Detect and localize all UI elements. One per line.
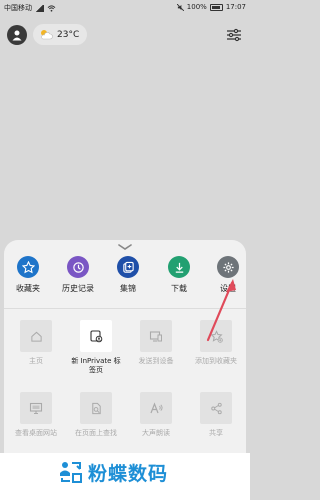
partly-cloudy-icon (41, 30, 53, 40)
mute-icon (176, 3, 184, 11)
quick-action-label: 集锦 (120, 284, 136, 293)
collections-icon (117, 256, 139, 278)
tile-label: 大声朗读 (142, 429, 170, 437)
tile-read-aloud[interactable]: 大声朗读 (131, 392, 181, 438)
tile-label: 在页面上查找 (75, 429, 117, 437)
browser-menu-sheet: 收藏夹 历史记录 集锦 下载 设置 主页 新 InPrivate 标签页 发送到… (4, 240, 246, 460)
status-left: 中国移动 (4, 3, 56, 13)
tile-label: 查看桌面网站 (15, 429, 57, 437)
tile-label: 发送到设备 (138, 357, 174, 365)
quick-action-label: 下载 (171, 284, 187, 293)
quick-action-label: 历史记录 (62, 284, 94, 293)
menu-divider (4, 308, 246, 309)
gear-icon (217, 256, 239, 278)
quick-action-settings[interactable]: 设置 (203, 256, 253, 294)
battery-icon (209, 3, 223, 11)
add-favorite-icon (200, 320, 232, 352)
quick-action-history[interactable]: 历史记录 (53, 256, 103, 294)
tile-find-on-page[interactable]: 在页面上查找 (71, 392, 121, 438)
status-time: 17:07 (225, 3, 246, 11)
watermark-text: 粉蝶数码 (88, 463, 169, 485)
wifi-icon (47, 4, 56, 12)
status-right: 100% 17:07 (176, 3, 246, 11)
carrier-label: 中国移动 (4, 4, 32, 12)
sheet-handle-icon[interactable] (117, 244, 133, 250)
quick-action-collections[interactable]: 集锦 (103, 256, 153, 294)
tile-home[interactable]: 主页 (11, 320, 61, 366)
tile-label: 新 InPrivate 标签页 (71, 357, 121, 374)
find-on-page-icon (80, 392, 112, 424)
page-settings-icon[interactable] (226, 28, 242, 42)
tile-label: 共享 (209, 429, 223, 437)
quick-action-label: 收藏夹 (16, 284, 40, 293)
tile-label: 主页 (29, 357, 43, 365)
temperature-label: 23°C (57, 29, 80, 40)
battery-percent: 100% (186, 3, 207, 11)
home-icon (20, 320, 52, 352)
watermark-logo-icon (60, 462, 82, 483)
tile-label: 添加到收藏夹 (195, 357, 237, 365)
share-icon (200, 392, 232, 424)
quick-action-label: 设置 (220, 284, 236, 293)
star-icon (17, 256, 39, 278)
user-icon (12, 30, 22, 41)
status-bar: 中国移动 100% 17:07 (0, 0, 250, 16)
tile-desktop-site[interactable]: 查看桌面网站 (11, 392, 61, 438)
weather-chip[interactable]: 23°C (33, 24, 88, 45)
profile-avatar[interactable] (7, 25, 27, 45)
signal-icon (35, 4, 44, 12)
history-icon (67, 256, 89, 278)
tile-send-to-device[interactable]: 发送到设备 (131, 320, 181, 366)
tile-add-to-favorites[interactable]: 添加到收藏夹 (191, 320, 241, 366)
send-to-device-icon (140, 320, 172, 352)
tile-new-inprivate-tab[interactable]: 新 InPrivate 标签页 (71, 320, 121, 375)
quick-actions-row: 收藏夹 历史记录 集锦 下载 设置 (4, 256, 246, 302)
quick-action-favorites[interactable]: 收藏夹 (3, 256, 53, 294)
desktop-site-icon (20, 392, 52, 424)
browser-top-bar: 23°C (0, 18, 250, 52)
tile-share[interactable]: 共享 (191, 392, 241, 438)
inprivate-tab-icon (80, 320, 112, 352)
read-aloud-icon (140, 392, 172, 424)
download-icon (168, 256, 190, 278)
quick-action-downloads[interactable]: 下载 (154, 256, 204, 294)
watermark-banner: 粉蝶数码 (0, 453, 250, 500)
